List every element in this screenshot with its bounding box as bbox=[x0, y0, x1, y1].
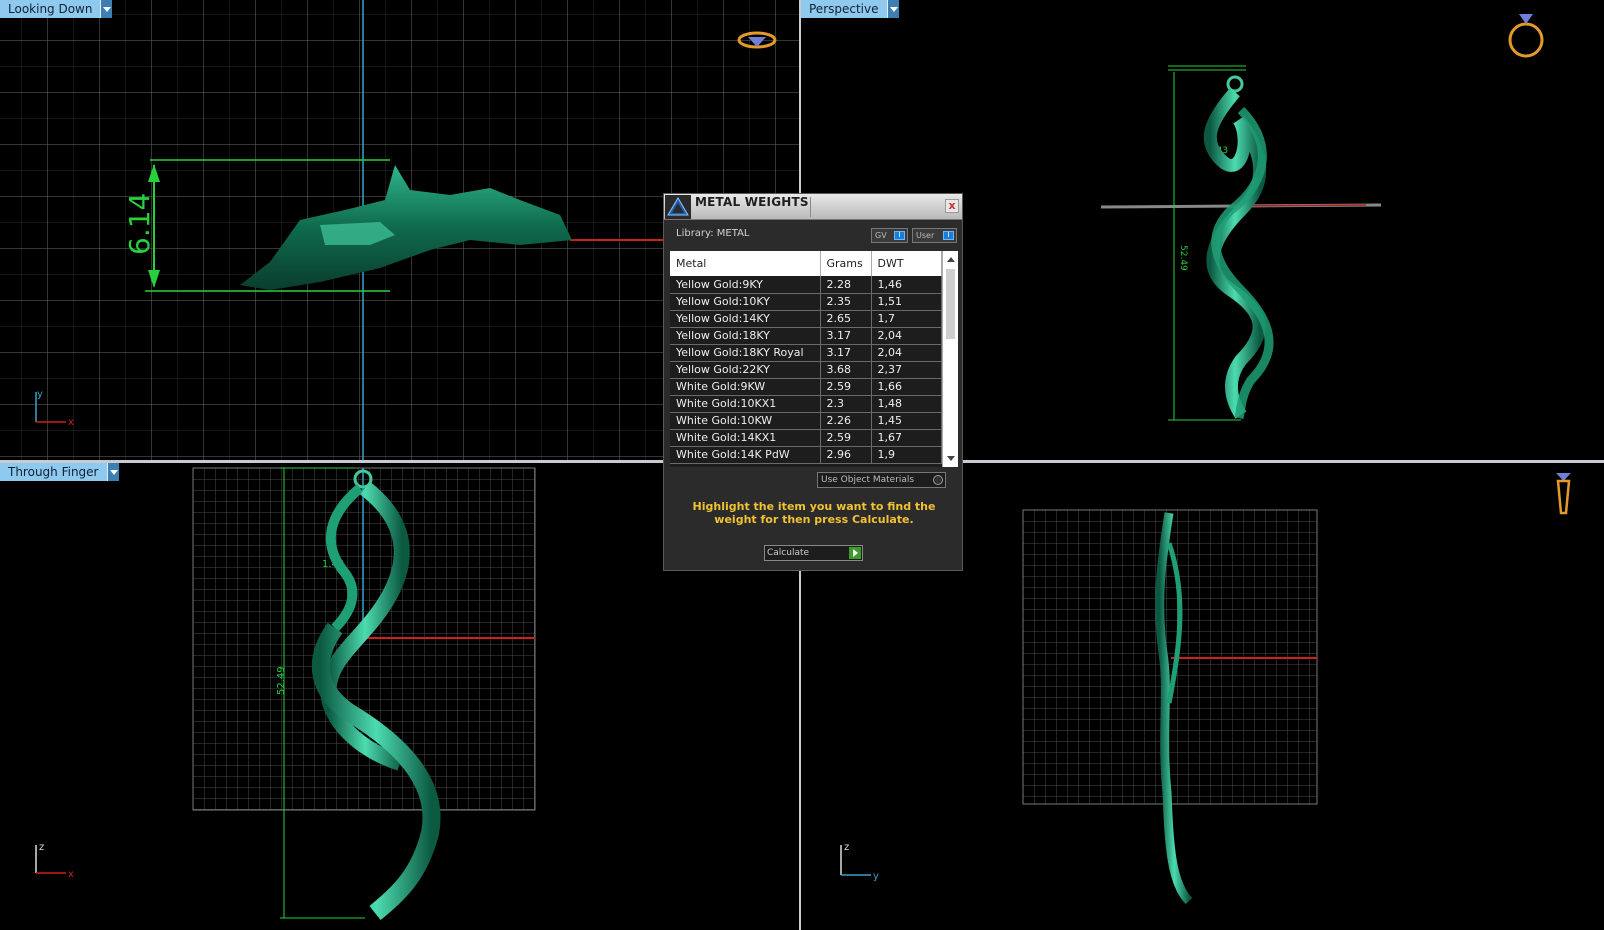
axis-y-label: y bbox=[873, 871, 879, 882]
grams-cell: 3.17 bbox=[820, 344, 872, 362]
metal-cell: Yellow Gold:14KY bbox=[670, 310, 821, 328]
gv-toggle[interactable]: GV I bbox=[871, 228, 908, 243]
dwt-cell: 2,04 bbox=[871, 327, 942, 345]
metal-cell: Yellow Gold:10KY bbox=[670, 293, 821, 311]
table-row[interactable]: Yellow Gold:14KY 2.65 1,7 bbox=[670, 310, 942, 328]
view-label-perspective: Perspective bbox=[809, 2, 879, 16]
metal-cell: Yellow Gold:18KY bbox=[670, 327, 821, 345]
dwt-cell: 1,66 bbox=[871, 378, 942, 396]
metal-table[interactable]: Metal Grams DWT Yellow Gold:9KY 2.28 1,46 Y… bbox=[670, 251, 958, 467]
use-object-materials-option[interactable]: Use Object Materials bbox=[817, 472, 946, 488]
dwt-cell: 1,9 bbox=[871, 446, 942, 464]
axis-y-label: y bbox=[37, 389, 43, 400]
metal-weights-dialog: METAL WEIGHTS x Library: METAL GV I User… bbox=[663, 193, 963, 571]
chevron-down-icon[interactable] bbox=[886, 0, 899, 18]
toggle-knob-icon: I bbox=[943, 231, 954, 240]
grams-cell: 2.96 bbox=[820, 446, 872, 464]
table-row[interactable]: White Gold:14KX1 2.59 1,67 bbox=[670, 429, 942, 447]
dwt-cell: 1,45 bbox=[871, 412, 942, 430]
table-row[interactable]: Yellow Gold:9KY 2.28 1,46 bbox=[670, 276, 942, 294]
instruction-text: Highlight the item you want to find the … bbox=[692, 500, 936, 526]
chevron-down-icon[interactable] bbox=[106, 463, 119, 481]
table-row[interactable]: White Gold:14K PdW 2.96 1,9 bbox=[670, 446, 942, 464]
view-dropdown-through-finger[interactable]: Through Finger bbox=[0, 463, 119, 481]
dwt-cell: 2,04 bbox=[871, 344, 942, 362]
dimension-label-6-14: 6.14 bbox=[123, 193, 156, 255]
grams-cell: 2.65 bbox=[820, 310, 872, 328]
metal-cell: Yellow Gold:18KY Royal bbox=[670, 344, 821, 362]
ring-perspective-icon[interactable] bbox=[1508, 14, 1544, 58]
metal-cell: White Gold:14K PdW bbox=[670, 446, 821, 464]
dwt-cell: 2,37 bbox=[871, 361, 942, 379]
dialog-titlebar[interactable]: METAL WEIGHTS x bbox=[664, 194, 962, 220]
scroll-up-icon[interactable] bbox=[947, 257, 955, 262]
metal-cell: White Gold:14KX1 bbox=[670, 429, 821, 447]
title-separator bbox=[810, 197, 811, 217]
table-row[interactable]: White Gold:9KW 2.59 1,66 bbox=[670, 378, 942, 396]
table-row[interactable]: Yellow Gold:22KY 3.68 2,37 bbox=[670, 361, 942, 379]
toggle-knob-icon: I bbox=[894, 231, 905, 240]
dwt-cell: 1,67 bbox=[871, 429, 942, 447]
app-logo-icon bbox=[665, 195, 691, 219]
dialog-title: METAL WEIGHTS bbox=[695, 195, 809, 209]
table-scrollbar[interactable] bbox=[942, 251, 958, 467]
metal-cell: White Gold:10KW bbox=[670, 412, 821, 430]
column-header-metal[interactable]: Metal bbox=[670, 251, 821, 276]
axis-z-label: z bbox=[39, 842, 44, 853]
view-label-looking-down: Looking Down bbox=[8, 2, 93, 16]
scroll-thumb[interactable] bbox=[946, 269, 955, 339]
table-row[interactable]: Yellow Gold:10KY 2.35 1,51 bbox=[670, 293, 942, 311]
grams-cell: 2.26 bbox=[820, 412, 872, 430]
grams-cell: 2.35 bbox=[820, 293, 872, 311]
chevron-down-icon[interactable] bbox=[100, 0, 113, 18]
table-row[interactable]: Yellow Gold:18KY 3.17 2,04 bbox=[670, 327, 942, 345]
calculate-button[interactable]: Calculate bbox=[764, 545, 863, 561]
metal-cell: White Gold:9KW bbox=[670, 378, 821, 396]
grams-cell: 2.59 bbox=[820, 378, 872, 396]
table-row[interactable]: White Gold:10KW 2.26 1,45 bbox=[670, 412, 942, 430]
dimension-label-height: 52.49 bbox=[276, 666, 287, 695]
axis-z-label: z bbox=[844, 842, 849, 853]
grams-cell: 3.68 bbox=[820, 361, 872, 379]
dwt-cell: 1,7 bbox=[871, 310, 942, 328]
dwt-cell: 1,48 bbox=[871, 395, 942, 413]
axis-x-label: x bbox=[68, 869, 74, 880]
calculate-label: Calculate bbox=[767, 548, 810, 558]
use-object-materials-label: Use Object Materials bbox=[821, 475, 915, 485]
table-row[interactable]: Yellow Gold:18KY Royal 3.17 2,04 bbox=[670, 344, 942, 362]
view-label-through-finger: Through Finger bbox=[8, 465, 99, 479]
scroll-down-icon[interactable] bbox=[947, 456, 955, 461]
dwt-cell: 1,46 bbox=[871, 276, 942, 294]
column-header-grams[interactable]: Grams bbox=[820, 251, 872, 276]
radio-icon[interactable] bbox=[933, 475, 943, 485]
dimension-label-height: 52.49 bbox=[1178, 245, 1188, 271]
table-header-row: Metal Grams DWT bbox=[670, 251, 942, 276]
view-dropdown-perspective[interactable]: Perspective bbox=[801, 0, 899, 18]
metal-cell: Yellow Gold:9KY bbox=[670, 276, 821, 294]
dwt-cell: 1,51 bbox=[871, 293, 942, 311]
grams-cell: 2.59 bbox=[820, 429, 872, 447]
view-dropdown-looking-down[interactable]: Looking Down bbox=[0, 0, 113, 18]
pendant-model-perspective bbox=[1203, 75, 1274, 420]
user-toggle[interactable]: User I bbox=[912, 228, 957, 243]
gv-toggle-label: GV bbox=[875, 231, 887, 240]
metal-cell: Yellow Gold:22KY bbox=[670, 361, 821, 379]
ring-side-view-icon[interactable] bbox=[1556, 473, 1571, 515]
table-row[interactable]: White Gold:10KX1 2.3 1,48 bbox=[670, 395, 942, 413]
close-icon[interactable]: x bbox=[945, 199, 959, 213]
metal-cell: White Gold:10KX1 bbox=[670, 395, 821, 413]
grams-cell: 2.28 bbox=[820, 276, 872, 294]
user-toggle-label: User bbox=[916, 231, 935, 240]
grams-cell: 3.17 bbox=[820, 327, 872, 345]
library-label: Library: METAL bbox=[676, 228, 750, 239]
grams-cell: 2.3 bbox=[820, 395, 872, 413]
column-header-dwt[interactable]: DWT bbox=[871, 251, 942, 276]
play-arrow-icon bbox=[849, 547, 861, 559]
axis-x-label: x bbox=[68, 417, 74, 428]
